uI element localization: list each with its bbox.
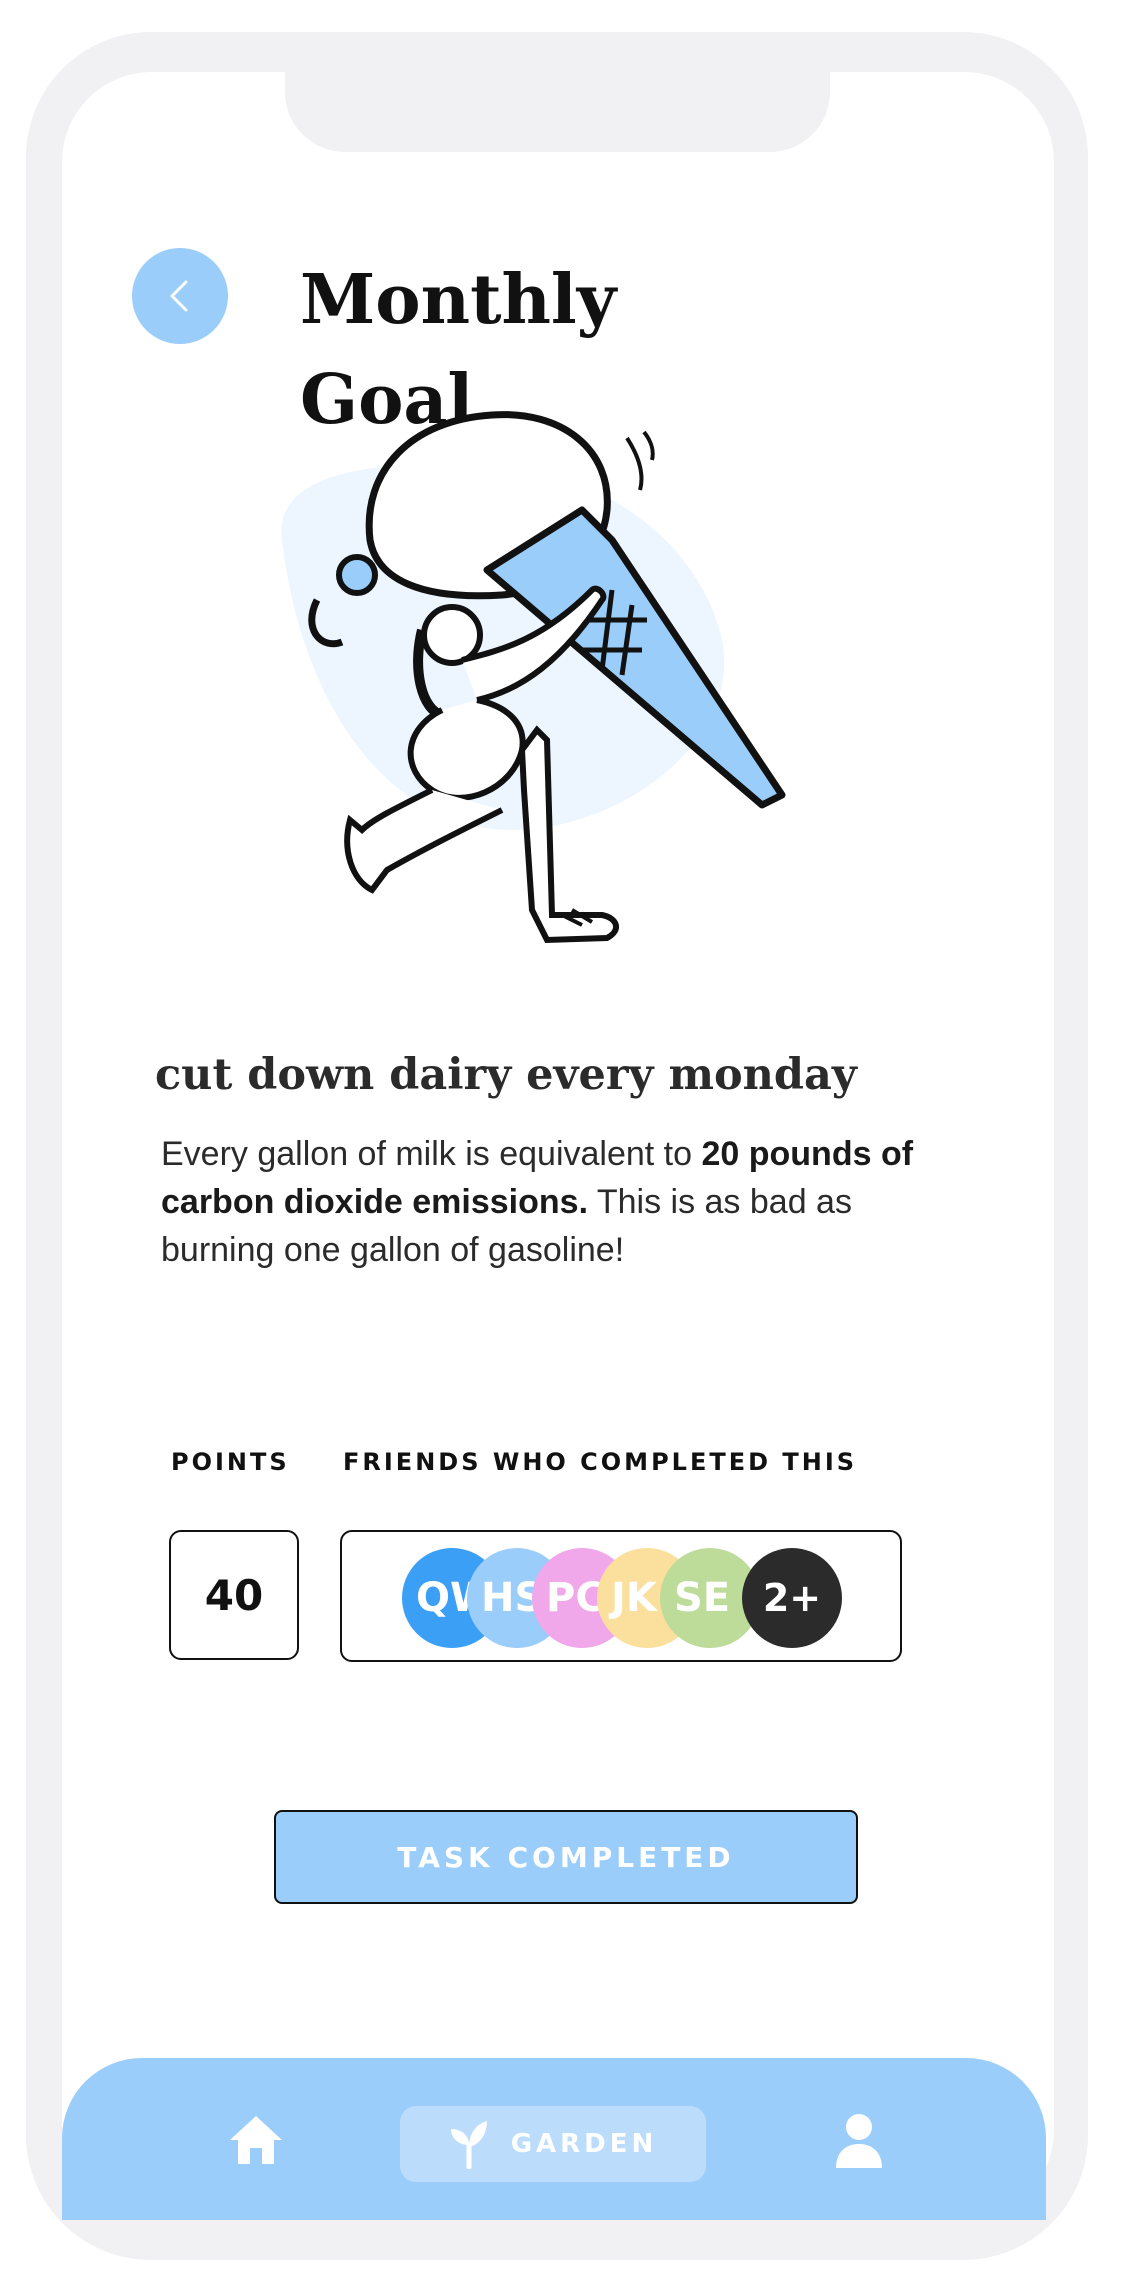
friends-label: FRIENDS WHO COMPLETED THIS — [343, 1448, 858, 1476]
more-friends-badge[interactable]: 2+ — [742, 1548, 842, 1648]
points-value: 40 — [169, 1530, 299, 1660]
friends-avatar-group[interactable]: QW HS PC JK SE 2+ — [340, 1530, 902, 1662]
page-title: Monthly Goal — [300, 260, 617, 440]
ice-cream-drip — [336, 554, 378, 596]
ice-cream-illustration — [281, 411, 786, 944]
goal-description: Every gallon of milk is equivalent to 20… — [161, 1130, 941, 1274]
home-icon[interactable] — [228, 2114, 284, 2166]
sprout-icon — [450, 2121, 487, 2169]
task-completed-button[interactable]: TASK COMPLETED — [274, 1810, 858, 1904]
points-label: POINTS — [171, 1448, 290, 1476]
user-icon[interactable] — [834, 2112, 884, 2168]
nav-item-garden[interactable]: GARDEN — [400, 2106, 706, 2182]
phone-notch — [285, 72, 830, 152]
back-button[interactable] — [132, 248, 228, 344]
nav-garden-label: GARDEN — [510, 2129, 658, 2159]
goal-description-text: Every gallon of milk is equivalent to — [161, 1135, 702, 1173]
goal-title: cut down dairy every monday — [155, 1050, 857, 1100]
chevron-left-icon — [170, 280, 188, 312]
